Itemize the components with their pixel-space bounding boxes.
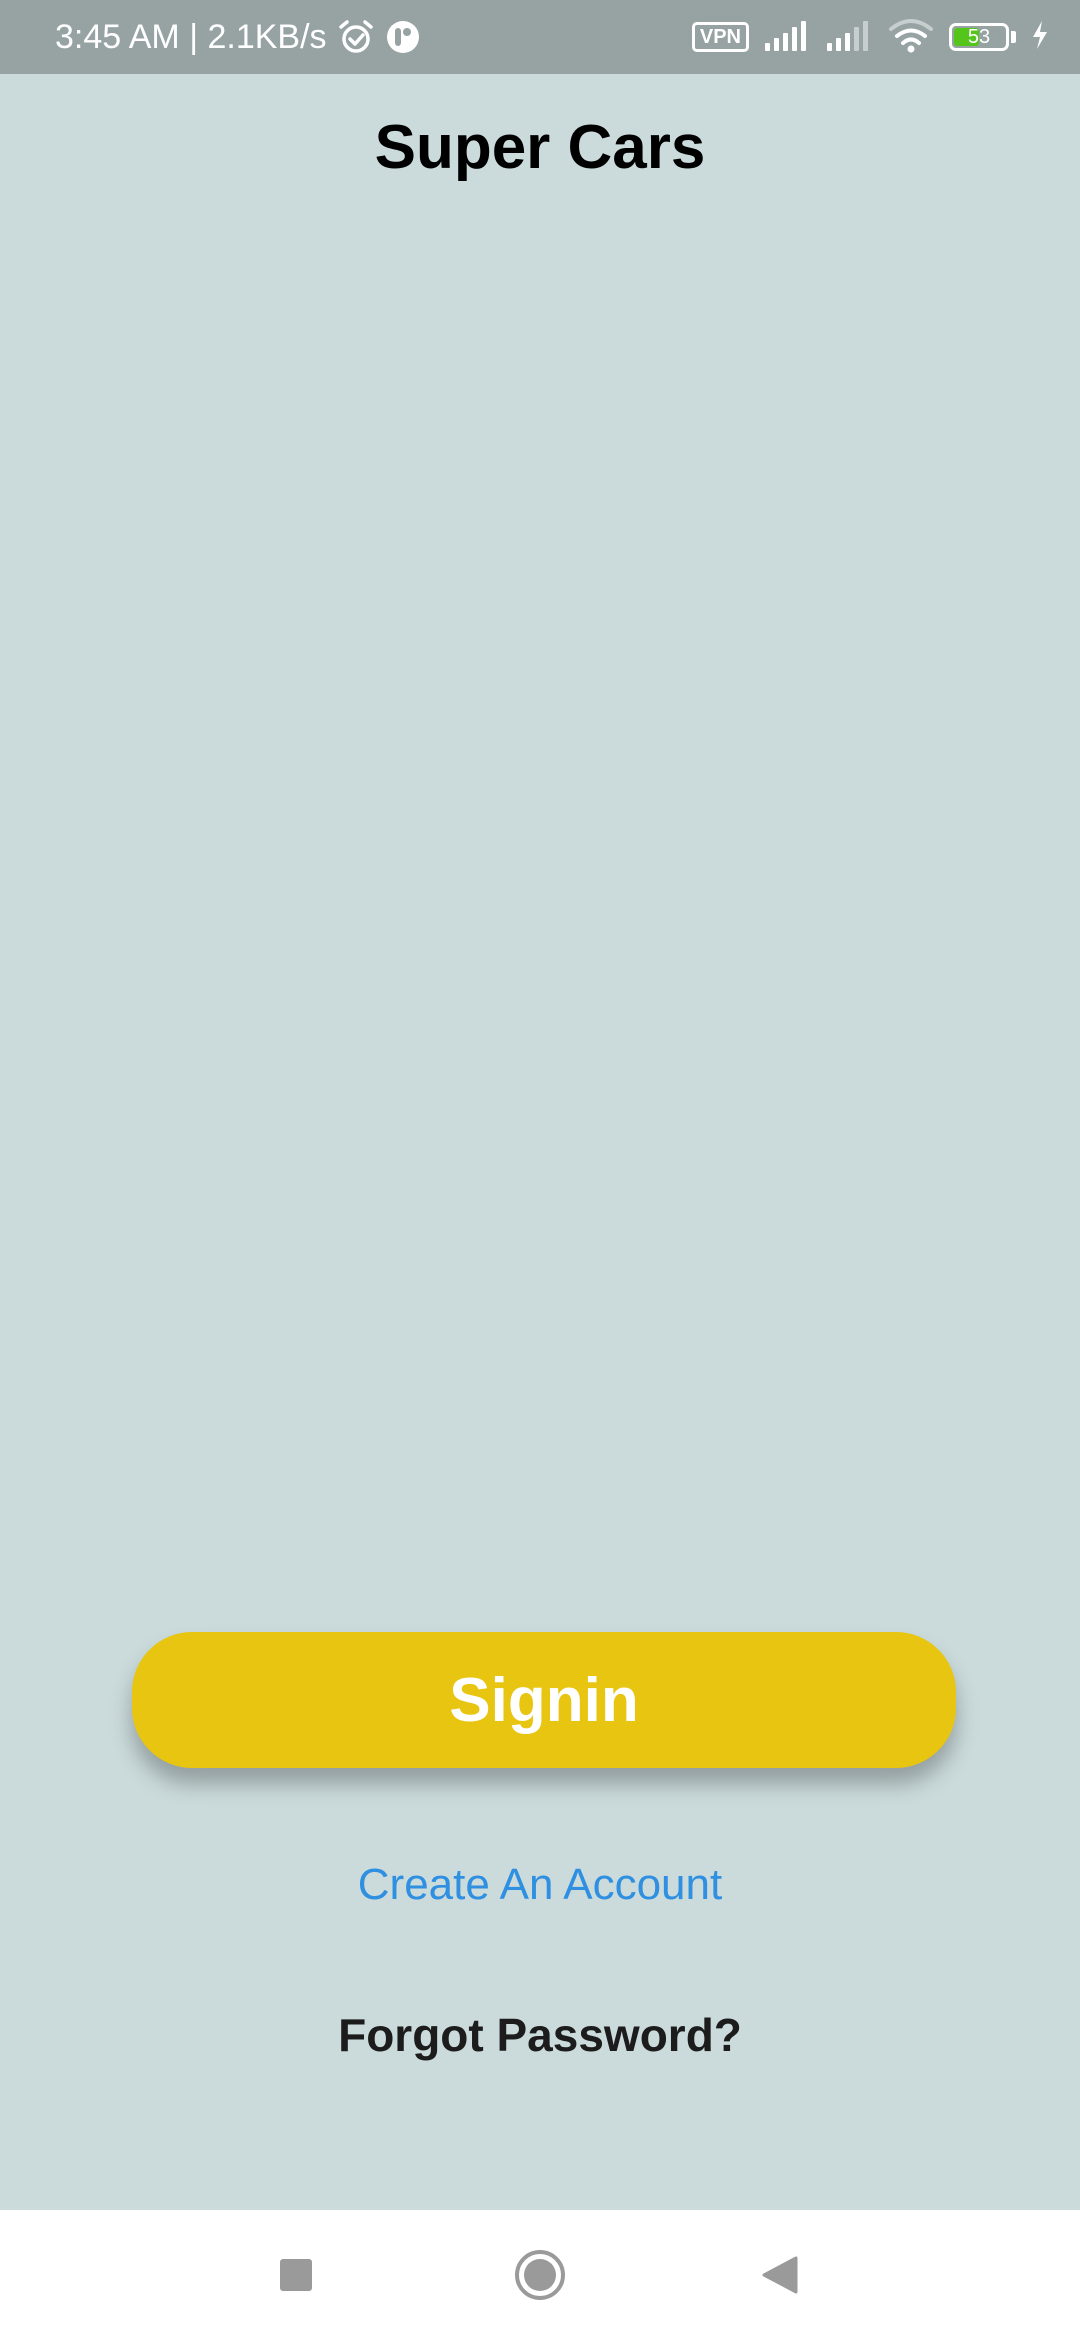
create-account-link[interactable]: Create An Account xyxy=(0,1860,1080,1910)
battery-tip xyxy=(1011,31,1016,43)
vpn-icon: VPN xyxy=(691,22,749,52)
signal-1-icon xyxy=(763,19,811,56)
status-left: 3:45 AM | 2.1KB/s xyxy=(55,0,421,74)
status-time-speed: 3:45 AM | 2.1KB/s xyxy=(55,17,327,56)
signin-button[interactable]: Signin xyxy=(132,1632,956,1768)
battery-level-text: 53 xyxy=(967,25,991,48)
charging-icon xyxy=(1030,20,1050,55)
home-circle-icon[interactable] xyxy=(480,2210,600,2340)
wifi-icon xyxy=(887,17,935,58)
navigation-bar xyxy=(0,2210,1080,2340)
forgot-password-link[interactable]: Forgot Password? xyxy=(0,2008,1080,2062)
alarm-icon xyxy=(337,18,375,56)
back-triangle-icon[interactable] xyxy=(720,2210,840,2340)
signal-2-icon xyxy=(825,19,873,56)
status-right: VPN 53 xyxy=(691,0,1050,74)
app-notification-icon xyxy=(385,19,421,55)
page-title: Super Cars xyxy=(374,113,706,182)
battery-icon: 53 xyxy=(949,23,1016,51)
recents-square-icon[interactable] xyxy=(236,2210,356,2340)
status-bar: 3:45 AM | 2.1KB/s VPN 53 xyxy=(0,0,1080,74)
battery-body: 53 xyxy=(949,23,1009,51)
